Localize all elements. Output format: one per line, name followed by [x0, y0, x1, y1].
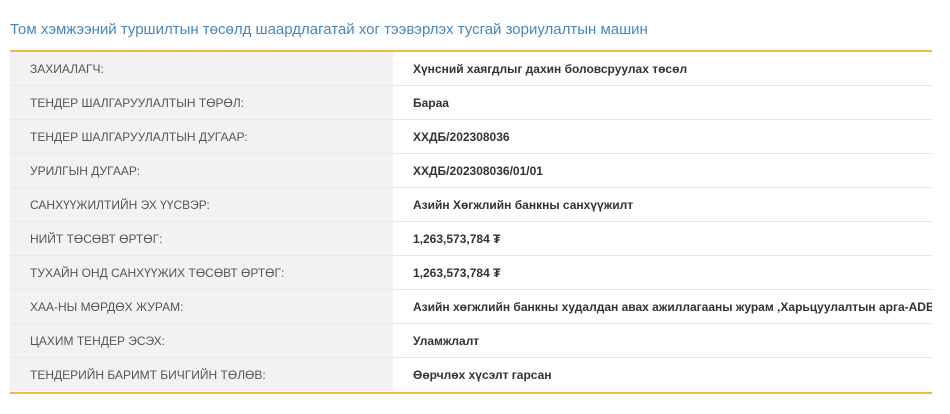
row-value: Бараа: [393, 85, 932, 120]
row-value: Уламжлалт: [393, 323, 932, 358]
tender-info-table: ЗАХИАЛАГЧ: Хүнсний хаягдлыг дахин боловср…: [10, 52, 932, 391]
table-row: НИЙТ ТӨСӨВТ ӨРТӨГ: 1,263,573,784 ₮: [10, 221, 932, 256]
table-row: ТЕНДЕРИЙН БАРИМТ БИЧГИЙН ТӨЛӨВ: Өөрчлөх х…: [10, 357, 932, 391]
row-value: ХХДБ/202308036/01/01: [393, 153, 932, 188]
row-value: Азийн хөгжлийн банкны худалдан авах ажил…: [393, 289, 932, 324]
row-label: ТЕНДЕРИЙН БАРИМТ БИЧГИЙН ТӨЛӨВ:: [10, 357, 393, 391]
table-row: САНХҮҮЖИЛТИЙН ЭХ ҮҮСВЭР: Азийн Хөгжлийн б…: [10, 187, 932, 222]
row-label: ТЕНДЕР ШАЛГАРУУЛАЛТЫН ДУГААР:: [10, 119, 393, 154]
row-value: ХХДБ/202308036: [393, 119, 932, 154]
page-title: Том хэмжээний туршилтын төсөлд шаардлага…: [10, 21, 648, 38]
row-label: ТЕНДЕР ШАЛГАРУУЛАЛТЫН ТӨРӨЛ:: [10, 85, 393, 120]
table-row: ЗАХИАЛАГЧ: Хүнсний хаягдлыг дахин боловср…: [10, 52, 932, 86]
row-value: 1,263,573,784 ₮: [393, 221, 932, 256]
row-value: Азийн Хөгжлийн банкны санхүүжилт: [393, 187, 932, 222]
table-row: ТУХАЙН ОНД САНХҮҮЖИХ ТӨСӨВТ ӨРТӨГ: 1,263,…: [10, 255, 932, 290]
table-row: УРИЛГЫН ДУГААР: ХХДБ/202308036/01/01: [10, 153, 932, 188]
table-row: ТЕНДЕР ШАЛГАРУУЛАЛТЫН ТӨРӨЛ: Бараа: [10, 85, 932, 120]
row-value: 1,263,573,784 ₮: [393, 255, 932, 290]
row-label: САНХҮҮЖИЛТИЙН ЭХ ҮҮСВЭР:: [10, 187, 393, 222]
row-label: НИЙТ ТӨСӨВТ ӨРТӨГ:: [10, 221, 393, 256]
row-label: УРИЛГЫН ДУГААР:: [10, 153, 393, 188]
bottom-divider: [10, 392, 932, 394]
row-label: ЗАХИАЛАГЧ:: [10, 52, 393, 86]
table-row: ТЕНДЕР ШАЛГАРУУЛАЛТЫН ДУГААР: ХХДБ/202308…: [10, 119, 932, 154]
row-value: Өөрчлөх хүсэлт гарсан: [393, 357, 932, 391]
table-row: ЦАХИМ ТЕНДЕР ЭСЭХ: Уламжлалт: [10, 323, 932, 358]
row-label: ТУХАЙН ОНД САНХҮҮЖИХ ТӨСӨВТ ӨРТӨГ:: [10, 255, 393, 290]
table-row: ХАА-НЫ МӨРДӨХ ЖУРАМ: Азийн хөгжлийн банкн…: [10, 289, 932, 324]
tender-info-body: ЗАХИАЛАГЧ: Хүнсний хаягдлыг дахин боловср…: [10, 52, 932, 391]
row-label: ЦАХИМ ТЕНДЕР ЭСЭХ:: [10, 323, 393, 358]
row-label: ХАА-НЫ МӨРДӨХ ЖУРАМ:: [10, 289, 393, 324]
row-value: Хүнсний хаягдлыг дахин боловсруулах төсө…: [393, 52, 932, 86]
